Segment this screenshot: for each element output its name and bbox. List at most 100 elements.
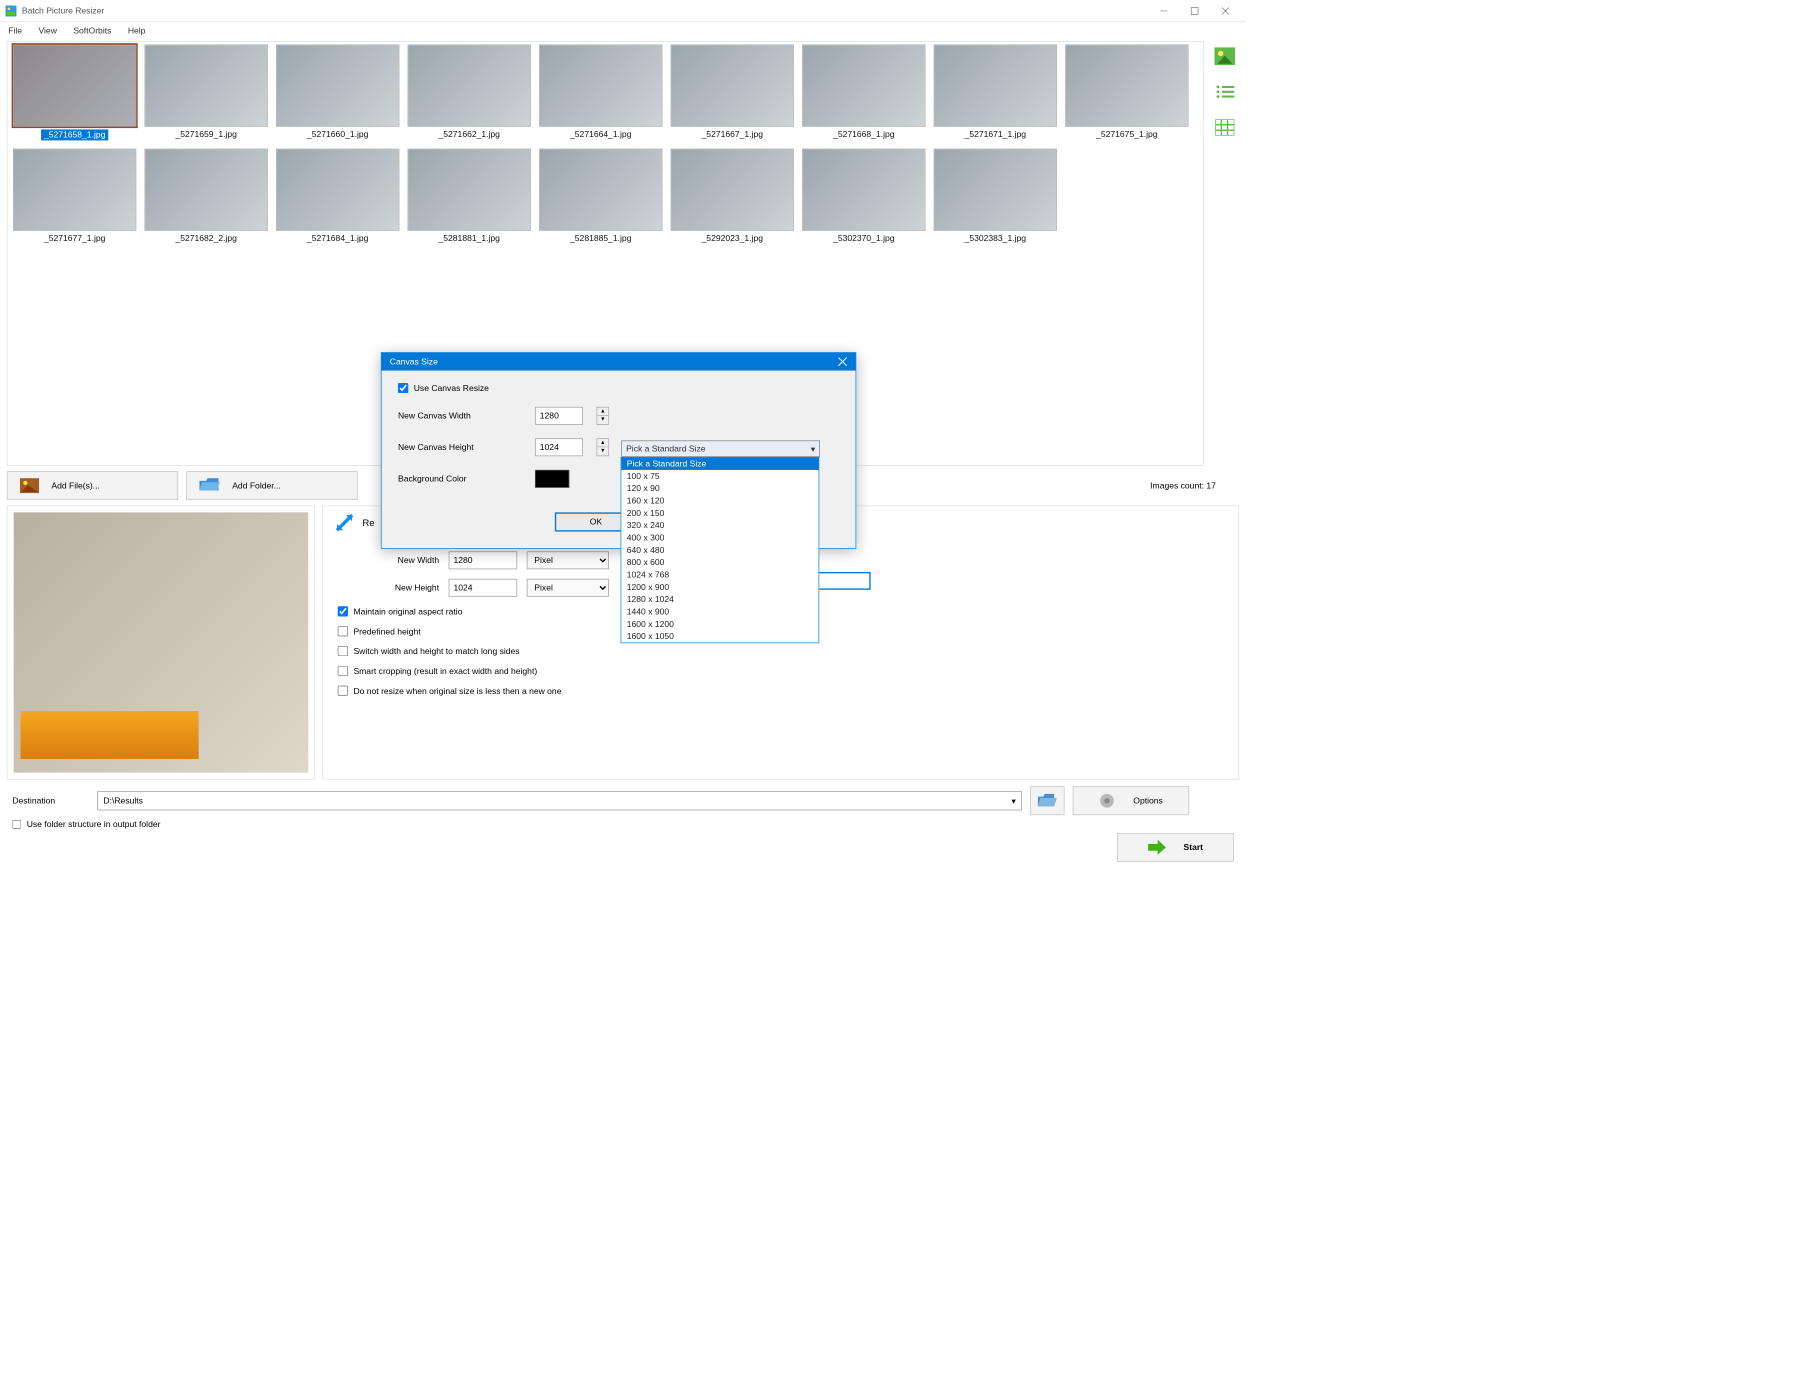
thumbnail-image [539,149,662,231]
thumbnail-item[interactable]: _5302370_1.jpg [799,149,928,244]
canvas-width-input[interactable] [535,407,583,425]
view-grid-icon[interactable] [1210,115,1239,140]
switch-long-checkbox[interactable] [338,646,348,656]
thumbnail-image [671,45,794,127]
destination-select[interactable]: D:\Results ▾ [97,791,1022,810]
standard-size-option[interactable]: 120 x 90 [621,482,818,494]
browse-folder-button[interactable] [1030,786,1064,815]
images-count-label: Images count: 17 [1150,481,1239,491]
standard-size-option[interactable]: 640 x 480 [621,544,818,556]
menu-file[interactable]: File [8,26,22,36]
standard-size-dropdown-list[interactable]: Pick a Standard Size100 x 75120 x 90160 … [621,457,820,643]
width-unit-select[interactable]: Pixel [527,551,609,569]
standard-size-option[interactable]: 160 x 120 [621,495,818,507]
thumbnail-item[interactable]: _5271671_1.jpg [931,45,1060,141]
standard-size-option[interactable]: 1024 x 768 [621,569,818,581]
switch-long-label: Switch width and height to match long si… [353,646,519,656]
thumbnail-item[interactable]: _5271675_1.jpg [1062,45,1191,141]
menu-softorbits[interactable]: SoftOrbits [73,26,111,36]
thumbnail-filename: _5271682_2.jpg [142,234,271,244]
thumbnail-item[interactable]: _5281885_1.jpg [536,149,665,244]
thumbnail-filename: _5302370_1.jpg [799,234,928,244]
standard-size-select[interactable]: Pick a Standard Size ▾ [621,440,820,456]
standard-size-option[interactable]: 320 x 240 [621,519,818,531]
add-folder-button[interactable]: Add Folder... [186,471,357,500]
height-unit-select[interactable]: Pixel [527,579,609,597]
bg-color-swatch[interactable] [535,470,569,488]
thumbnail-filename: _5271668_1.jpg [799,129,928,139]
thumbnail-item[interactable]: _5271662_1.jpg [405,45,534,141]
thumbnail-image [934,45,1057,127]
standard-size-option[interactable]: 1600 x 1050 [621,630,818,642]
standard-size-option[interactable]: 1200 x 900 [621,581,818,593]
standard-size-option[interactable]: Pick a Standard Size [621,458,818,470]
standard-size-option[interactable]: 200 x 150 [621,507,818,519]
new-height-input[interactable] [449,579,518,597]
dialog-title: Canvas Size [390,357,438,367]
thumbnail-item[interactable]: _5271658_1.jpg [10,45,139,141]
standard-size-option[interactable]: 1280 x 1024 [621,593,818,605]
side-toolbar [1210,41,1239,466]
view-thumbnails-icon[interactable] [1210,44,1239,69]
standard-size-option[interactable]: 100 x 75 [621,470,818,482]
thumbnail-item[interactable]: _5271668_1.jpg [799,45,928,141]
thumbnail-filename: _5271660_1.jpg [273,129,402,139]
thumbnail-image [408,45,531,127]
standard-size-option[interactable]: 400 x 300 [621,532,818,544]
add-folder-label: Add Folder... [232,481,281,491]
canvas-width-label: New Canvas Width [398,411,521,421]
width-spinner[interactable]: ▲▼ [597,407,609,425]
start-button[interactable]: Start [1117,833,1233,862]
thumbnail-image [934,149,1057,231]
thumbnail-item[interactable]: _5281881_1.jpg [405,149,534,244]
folder-open-icon [199,478,220,493]
new-width-input[interactable] [449,551,518,569]
predefined-height-label: Predefined height [353,626,420,636]
menu-help[interactable]: Help [128,26,146,36]
maintain-aspect-checkbox[interactable] [338,606,348,616]
add-files-button[interactable]: Add File(s)... [7,471,178,500]
thumbnail-filename: _5281885_1.jpg [536,234,665,244]
thumbnail-item[interactable]: _5271667_1.jpg [668,45,797,141]
menu-view[interactable]: View [38,26,56,36]
smart-cropping-checkbox[interactable] [338,666,348,676]
predefined-height-checkbox[interactable] [338,626,348,636]
options-button[interactable]: Options [1073,786,1189,815]
gear-icon [1099,793,1115,809]
no-resize-smaller-checkbox[interactable] [338,686,348,696]
close-button[interactable] [1210,0,1241,21]
maximize-button[interactable] [1179,0,1210,21]
dialog-close-icon[interactable] [838,357,848,367]
thumbnail-filename: _5271671_1.jpg [931,129,1060,139]
thumbnail-item[interactable]: _5271682_2.jpg [142,149,271,244]
thumbnail-item[interactable]: _5271664_1.jpg [536,45,665,141]
thumbnail-image [671,149,794,231]
thumbnail-filename: _5271675_1.jpg [1062,129,1191,139]
use-canvas-checkbox[interactable] [398,383,408,393]
dialog-titlebar[interactable]: Canvas Size [382,353,856,371]
canvas-height-label: New Canvas Height [398,443,521,453]
standard-size-option[interactable]: 800 x 600 [621,556,818,568]
standard-size-option[interactable]: 1600 x 1200 [621,618,818,630]
canvas-height-input[interactable] [535,438,583,456]
view-list-icon[interactable] [1210,79,1239,104]
chevron-down-icon: ▾ [811,444,815,454]
thumbnail-image [145,149,268,231]
thumbnail-image [1065,45,1188,127]
height-spinner[interactable]: ▲▼ [597,438,609,456]
minimize-button[interactable] [1148,0,1179,21]
folder-structure-checkbox[interactable] [12,820,21,829]
thumbnail-item[interactable]: _5271677_1.jpg [10,149,139,244]
thumbnail-item[interactable]: _5271684_1.jpg [273,149,402,244]
picture-icon [20,478,39,493]
thumbnail-item[interactable]: _5292023_1.jpg [668,149,797,244]
standard-size-option[interactable]: 1440 x 900 [621,606,818,618]
destination-label: Destination [12,796,89,806]
thumbnail-item[interactable]: _5271659_1.jpg [142,45,271,141]
thumbnail-item[interactable]: _5271660_1.jpg [273,45,402,141]
new-width-label: New Width [350,556,439,566]
thumbnail-image [276,149,399,231]
new-height-label: New Height [350,583,439,593]
thumbnail-item[interactable]: _5302383_1.jpg [931,149,1060,244]
menu-bar: File View SoftOrbits Help [0,22,1246,41]
